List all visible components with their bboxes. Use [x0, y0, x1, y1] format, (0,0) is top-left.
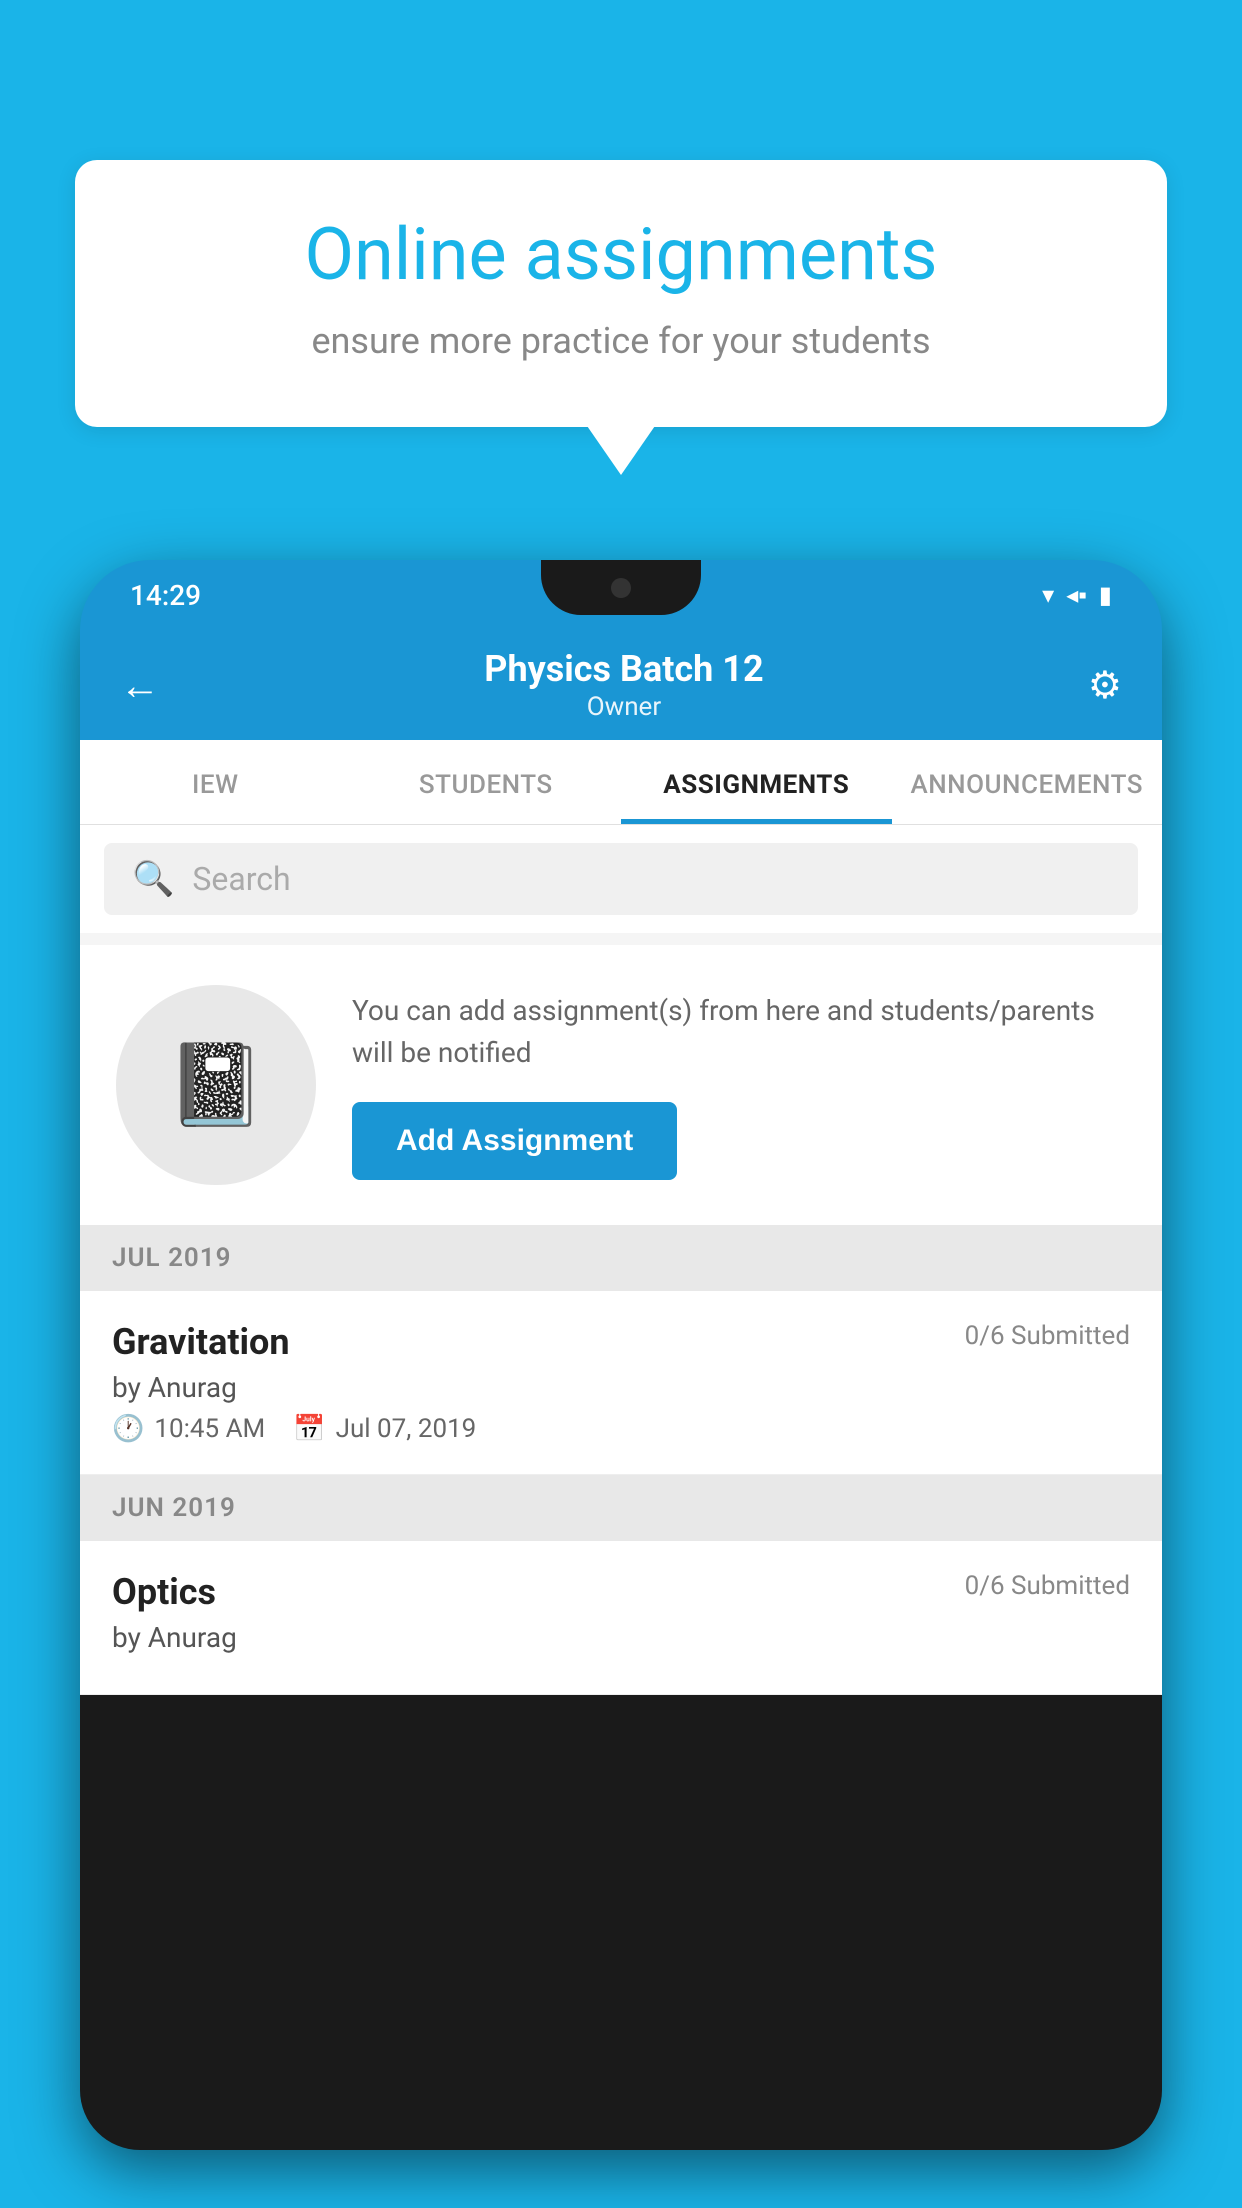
assignment-title: Gravitation [112, 1321, 290, 1363]
back-button[interactable]: ← [120, 662, 160, 709]
optics-title: Optics [112, 1571, 216, 1613]
tab-iew[interactable]: IEW [80, 740, 351, 824]
section-jun-label: JUN 2019 [112, 1493, 236, 1523]
wifi-icon: ▾ [1042, 581, 1054, 609]
notch [541, 560, 701, 615]
assignment-optics-header: Optics 0/6 Submitted [112, 1571, 1130, 1613]
optics-submitted: 0/6 Submitted [965, 1571, 1130, 1601]
header-title: Physics Batch 12 [160, 648, 1088, 690]
battery-icon: ▮ [1099, 581, 1112, 609]
tab-assignments[interactable]: ASSIGNMENTS [621, 740, 892, 824]
status-bar: 14:29 ▾ ◂▪ ▮ [80, 560, 1162, 630]
assignment-submitted: 0/6 Submitted [965, 1321, 1130, 1351]
phone-frame: 14:29 ▾ ◂▪ ▮ ← Physics Batch 12 Owner ⚙ … [80, 560, 1162, 2150]
calendar-icon: 📅 [293, 1414, 325, 1444]
meta-date: 📅 Jul 07, 2019 [293, 1414, 476, 1444]
meta-time: 🕐 10:45 AM [112, 1414, 265, 1444]
assignment-optics[interactable]: Optics 0/6 Submitted by Anurag [80, 1541, 1162, 1695]
speech-bubble: Online assignments ensure more practice … [75, 160, 1167, 427]
assignment-date: Jul 07, 2019 [336, 1414, 477, 1444]
signal-icon: ◂▪ [1066, 581, 1087, 610]
app-header: ← Physics Batch 12 Owner ⚙ [80, 630, 1162, 740]
status-icons: ▾ ◂▪ ▮ [1042, 581, 1112, 610]
phone-container: 14:29 ▾ ◂▪ ▮ ← Physics Batch 12 Owner ⚙ … [80, 560, 1162, 2208]
section-jun-2019: JUN 2019 [80, 1475, 1162, 1541]
promo-card: 📓 You can add assignment(s) from here an… [80, 945, 1162, 1225]
clock-icon: 🕐 [112, 1414, 144, 1444]
tab-announcements[interactable]: ANNOUNCEMENTS [892, 740, 1163, 824]
status-time: 14:29 [130, 579, 201, 612]
assignment-header: Gravitation 0/6 Submitted [112, 1321, 1130, 1363]
assignment-author: by Anurag [112, 1371, 1130, 1404]
settings-icon[interactable]: ⚙ [1088, 663, 1122, 708]
assignment-meta: 🕐 10:45 AM 📅 Jul 07, 2019 [112, 1414, 1130, 1444]
header-title-area: Physics Batch 12 Owner [160, 648, 1088, 722]
search-container: 🔍 Search [80, 825, 1162, 933]
assignment-gravitation[interactable]: Gravitation 0/6 Submitted by Anurag 🕐 10… [80, 1291, 1162, 1475]
assignment-time: 10:45 AM [154, 1414, 265, 1444]
notebook-icon: 📓 [166, 1038, 266, 1132]
tab-bar: IEW STUDENTS ASSIGNMENTS ANNOUNCEMENTS [80, 740, 1162, 825]
optics-author: by Anurag [112, 1621, 1130, 1654]
section-jul-2019: JUL 2019 [80, 1225, 1162, 1291]
promo-text-area: You can add assignment(s) from here and … [352, 990, 1126, 1180]
section-jul-label: JUL 2019 [112, 1243, 232, 1273]
speech-bubble-title: Online assignments [145, 215, 1097, 294]
promo-description: You can add assignment(s) from here and … [352, 990, 1126, 1074]
promo-icon-circle: 📓 [116, 985, 316, 1185]
speech-bubble-container: Online assignments ensure more practice … [75, 160, 1167, 427]
search-icon: 🔍 [132, 859, 174, 899]
search-bar[interactable]: 🔍 Search [104, 843, 1138, 915]
add-assignment-button[interactable]: Add Assignment [352, 1102, 677, 1180]
search-input[interactable]: Search [192, 860, 290, 898]
screen-content: 🔍 Search 📓 You can add assignment(s) fro… [80, 825, 1162, 1695]
header-subtitle: Owner [160, 692, 1088, 722]
tab-students[interactable]: STUDENTS [351, 740, 622, 824]
camera [611, 578, 631, 598]
speech-bubble-subtitle: ensure more practice for your students [145, 316, 1097, 366]
